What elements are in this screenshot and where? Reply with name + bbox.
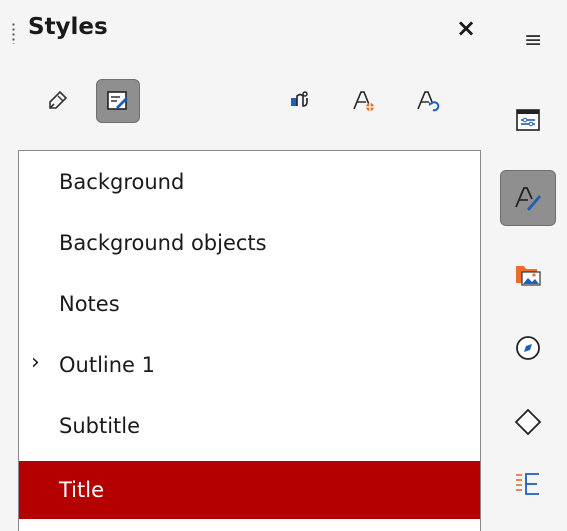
styles-list[interactable]: Background Background objects Notes › Ou… bbox=[18, 150, 481, 531]
list-item[interactable]: Notes bbox=[19, 275, 480, 333]
presentation-styles-button[interactable] bbox=[96, 79, 140, 123]
panel-title: Styles bbox=[28, 14, 108, 40]
drawing-styles-icon bbox=[49, 90, 68, 109]
sidebar-tab-shapes[interactable] bbox=[500, 394, 556, 450]
list-item-label: Title bbox=[59, 478, 105, 502]
shapes-icon bbox=[514, 408, 542, 436]
drag-handle[interactable] bbox=[12, 22, 15, 44]
fill-format-mode-button[interactable] bbox=[278, 79, 322, 123]
gallery-icon bbox=[516, 266, 541, 286]
sidebar-tabbar: ≡ bbox=[490, 0, 567, 531]
styles-icon bbox=[515, 187, 541, 211]
drawing-styles-button[interactable] bbox=[36, 79, 80, 123]
list-item-label: Background bbox=[59, 170, 185, 194]
sidebar-tab-styles[interactable] bbox=[500, 170, 556, 226]
slide-layouts-icon bbox=[516, 473, 539, 495]
sidebar-tab-properties[interactable] bbox=[500, 92, 556, 148]
list-item-label: Background objects bbox=[59, 231, 267, 255]
close-button[interactable]: × bbox=[456, 14, 476, 42]
new-style-from-selection-button[interactable] bbox=[342, 79, 386, 123]
new-style-from-selection-icon bbox=[353, 91, 374, 111]
list-item[interactable]: › Outline 1 bbox=[19, 336, 480, 394]
update-style-button[interactable] bbox=[406, 79, 450, 123]
styles-deck: Styles × Background Background objects N… bbox=[0, 0, 490, 531]
list-item[interactable]: Background bbox=[19, 153, 480, 211]
sidebar-menu-icon[interactable]: ≡ bbox=[524, 28, 542, 53]
list-item-selected[interactable]: Title bbox=[19, 461, 480, 519]
list-item[interactable]: Subtitle bbox=[19, 397, 480, 455]
sidebar-tab-gallery[interactable] bbox=[500, 246, 556, 302]
list-item-label: Subtitle bbox=[59, 414, 141, 438]
properties-icon bbox=[516, 109, 540, 131]
navigator-icon bbox=[516, 336, 540, 360]
fill-format-mode-icon bbox=[291, 91, 308, 107]
list-item-label: Notes bbox=[59, 292, 120, 316]
list-item-label: Outline 1 bbox=[59, 353, 156, 377]
presentation-styles-icon bbox=[107, 91, 128, 110]
sidebar-tab-slide-layouts[interactable] bbox=[500, 456, 556, 512]
sidebar-tab-navigator[interactable] bbox=[500, 320, 556, 376]
update-style-icon bbox=[417, 91, 440, 112]
styles-toolbar bbox=[0, 70, 490, 130]
chevron-right-icon[interactable]: › bbox=[31, 350, 40, 375]
list-item[interactable]: Background objects bbox=[19, 214, 480, 272]
